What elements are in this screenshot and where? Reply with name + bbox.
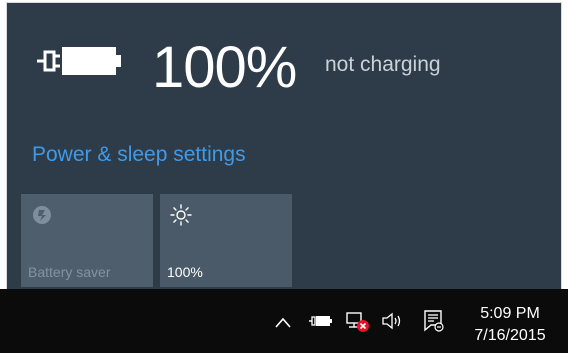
taskbar: 5:09 PM 7/16/2015 — [0, 289, 568, 353]
battery-saver-label: Battery saver — [28, 264, 111, 280]
brightness-value-label: 100% — [167, 264, 203, 280]
chevron-up-icon[interactable] — [274, 315, 292, 329]
volume-icon[interactable] — [381, 312, 405, 330]
charging-status: not charging — [325, 53, 441, 76]
battery-plugged-icon — [37, 47, 121, 75]
battery-saver-icon — [33, 206, 51, 224]
power-sleep-settings-link[interactable]: Power & sleep settings — [32, 143, 246, 167]
battery-icon[interactable] — [309, 313, 333, 329]
battery-saver-tile[interactable]: Battery saver — [21, 194, 153, 287]
brightness-tile[interactable]: 100% — [160, 194, 292, 287]
clock-date: 7/16/2015 — [474, 327, 546, 344]
brightness-icon — [170, 204, 192, 226]
battery-flyout: 100% not charging Power & sleep settings… — [7, 3, 561, 289]
network-disconnected-icon[interactable] — [345, 311, 371, 333]
action-center-icon[interactable] — [423, 309, 445, 333]
clock-time: 5:09 PM — [480, 305, 540, 322]
battery-percent: 100% — [152, 35, 297, 100]
taskbar-clock[interactable]: 5:09 PM 7/16/2015 — [460, 303, 560, 347]
